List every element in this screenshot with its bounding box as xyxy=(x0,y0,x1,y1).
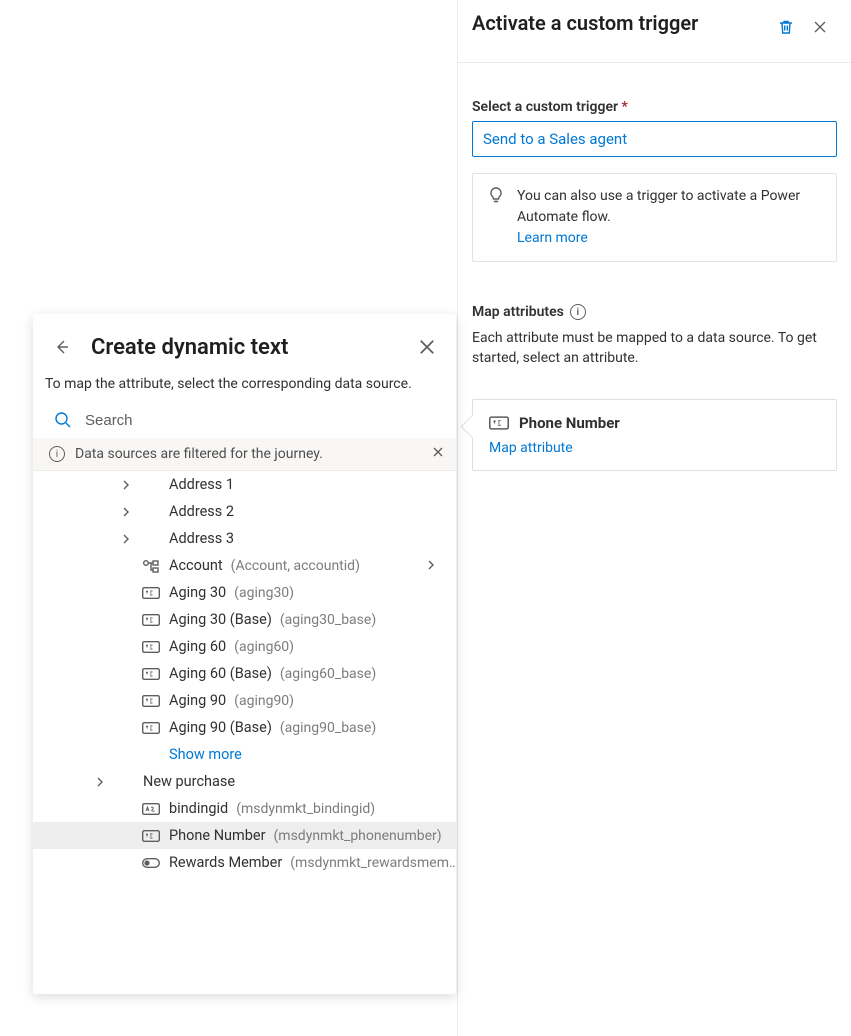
filter-message-bar: i Data sources are filtered for the jour… xyxy=(33,438,456,471)
map-attribute-link[interactable]: Map attribute xyxy=(489,440,820,456)
tree-item-label: Aging 60 (Base) xyxy=(169,665,272,682)
trigger-field-label: Select a custom trigger xyxy=(472,99,837,115)
info-icon[interactable]: i xyxy=(570,304,586,320)
tree-item-logical-name: (aging90) xyxy=(234,693,294,709)
tree-item-label: bindingid xyxy=(169,800,228,817)
tree-item[interactable]: Phone Number (msdynmkt_phonenumber) xyxy=(33,822,456,849)
field-type-icon xyxy=(141,803,161,815)
info-callout: You can also use a trigger to activate a… xyxy=(472,173,837,262)
tree-item-label: New purchase xyxy=(143,773,235,790)
tree-item-logical-name: (aging60) xyxy=(234,639,294,655)
tree-item[interactable]: Aging 90 (aging90) xyxy=(33,687,456,714)
chevron-right-icon xyxy=(119,507,133,517)
close-button[interactable] xyxy=(803,10,837,44)
field-type-icon xyxy=(141,559,161,573)
tree-item[interactable]: Aging 30 (aging30) xyxy=(33,579,456,606)
tree-item-logical-name: (aging90_base) xyxy=(280,720,376,736)
tree-item[interactable]: Aging 90 (Base) (aging90_base) xyxy=(33,714,456,741)
trigger-select[interactable]: Send to a Sales agent xyxy=(472,121,837,157)
tree-item-logical-name: (aging60_base) xyxy=(280,666,376,682)
field-type-icon xyxy=(141,830,161,842)
attribute-name: Phone Number xyxy=(519,414,620,432)
show-more-link[interactable]: Show more xyxy=(33,741,456,768)
dynamic-text-popup: Create dynamic text To map the attribute… xyxy=(33,314,456,994)
filter-message-text: Data sources are filtered for the journe… xyxy=(75,446,323,462)
search-icon xyxy=(53,410,73,430)
dismiss-filter-button[interactable] xyxy=(432,446,444,462)
tree-item-label: Address 2 xyxy=(169,503,234,520)
tree-item-logical-name: (msdynmkt_phonenumber) xyxy=(274,828,442,844)
tree-item-label: Aging 90 xyxy=(169,692,226,709)
tree-item-label: Address 1 xyxy=(169,476,234,493)
tree-item-logical-name: (aging30) xyxy=(234,585,294,601)
popup-description: To map the attribute, select the corresp… xyxy=(33,368,456,406)
tree-item[interactable]: bindingid (msdynmkt_bindingid) xyxy=(33,795,456,822)
info-icon: i xyxy=(49,446,65,462)
learn-more-link[interactable]: Learn more xyxy=(517,230,588,246)
tree-item[interactable]: Aging 30 (Base) (aging30_base) xyxy=(33,606,456,633)
tree-item[interactable]: Address 3 xyxy=(33,525,456,552)
tree-item[interactable]: Aging 60 (Base) (aging60_base) xyxy=(33,660,456,687)
callout-text: You can also use a trigger to activate a… xyxy=(517,188,800,225)
tree-item-label: Aging 90 (Base) xyxy=(169,719,272,736)
chevron-right-icon xyxy=(119,534,133,544)
tree-item-label: Show more xyxy=(169,746,242,763)
tree-item-label: Account xyxy=(169,557,223,574)
tree-item-label: Phone Number xyxy=(169,827,266,844)
search-input[interactable] xyxy=(83,411,436,430)
tree-item-logical-name: (msdynmkt_rewardsmem… xyxy=(290,855,456,871)
field-type-icon xyxy=(141,614,161,626)
tree-item-label: Rewards Member xyxy=(169,854,282,871)
lightbulb-icon xyxy=(487,186,505,204)
field-type-icon xyxy=(141,722,161,734)
tree-item-logical-name: (msdynmkt_bindingid) xyxy=(236,801,375,817)
tree-item[interactable]: Address 1 xyxy=(33,471,456,498)
field-type-icon xyxy=(141,668,161,680)
popup-title: Create dynamic text xyxy=(91,335,398,360)
tree-item[interactable]: New purchase xyxy=(33,768,456,795)
tree-item[interactable]: Account (Account, accountid) xyxy=(33,552,456,579)
map-attributes-heading: Map attributes xyxy=(472,304,564,320)
chevron-right-icon xyxy=(119,480,133,490)
tree-item-logical-name: (aging30_base) xyxy=(280,612,376,628)
delete-button[interactable] xyxy=(769,10,803,44)
field-type-icon xyxy=(141,641,161,653)
tree-item[interactable]: Rewards Member (msdynmkt_rewardsmem… xyxy=(33,849,456,876)
field-type-icon xyxy=(141,858,161,868)
tree-item-label: Aging 30 (Base) xyxy=(169,611,272,628)
map-attributes-desc: Each attribute must be mapped to a data … xyxy=(472,328,837,369)
field-type-icon xyxy=(141,587,161,599)
tree-item-label: Address 3 xyxy=(169,530,234,547)
tree-item-logical-name: (Account, accountid) xyxy=(231,558,360,574)
panel-title: Activate a custom trigger xyxy=(472,10,769,36)
tree-item[interactable]: Address 2 xyxy=(33,498,456,525)
attribute-tree[interactable]: Address 1 Address 2 Address 3 Account (Acco… xyxy=(33,471,456,994)
back-button[interactable] xyxy=(45,330,79,364)
field-type-icon xyxy=(141,695,161,707)
tree-item-label: Aging 30 xyxy=(169,584,226,601)
chevron-right-icon xyxy=(426,557,436,574)
chevron-right-icon xyxy=(93,777,107,787)
popup-close-button[interactable] xyxy=(410,330,444,364)
field-type-icon xyxy=(489,416,509,430)
attribute-card[interactable]: Phone Number Map attribute xyxy=(472,399,837,471)
tree-item[interactable]: Aging 60 (aging60) xyxy=(33,633,456,660)
tree-item-label: Aging 60 xyxy=(169,638,226,655)
